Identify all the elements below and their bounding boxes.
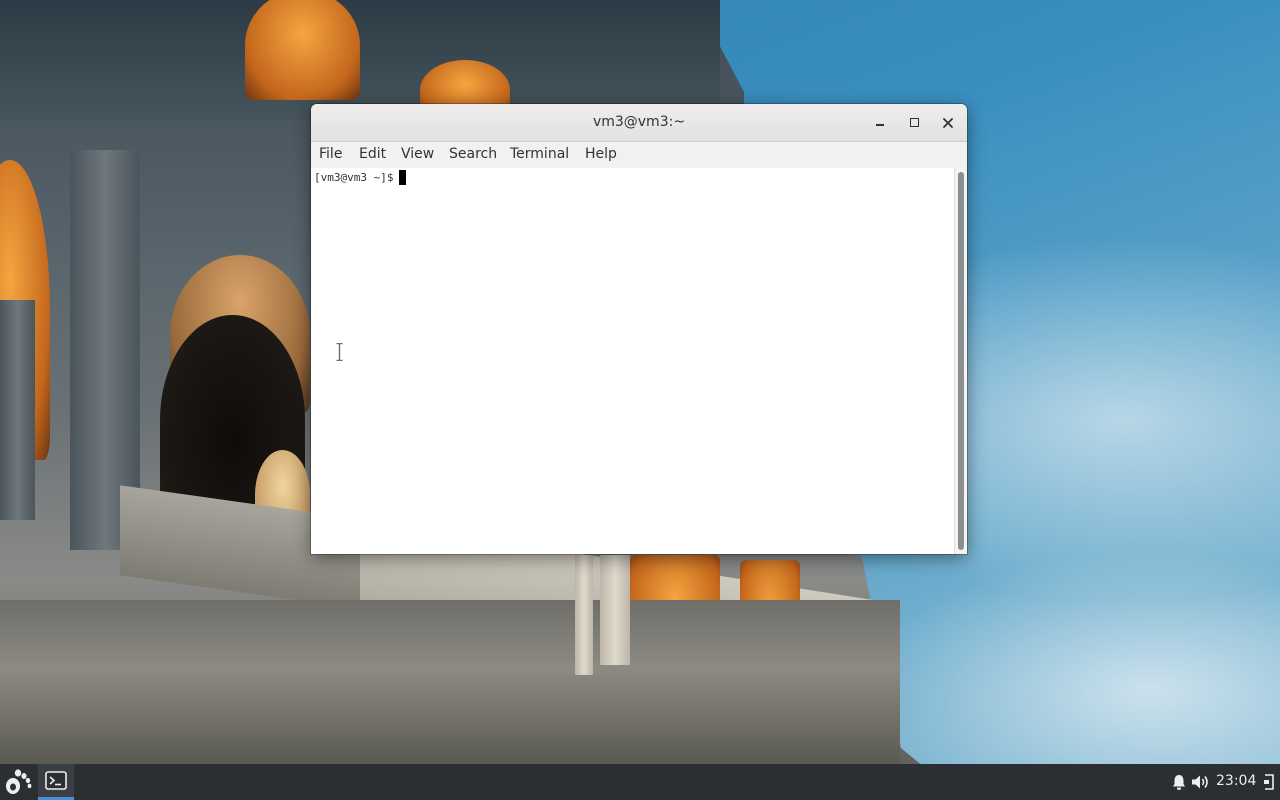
terminal-icon (45, 771, 67, 790)
menu-view[interactable]: View (401, 146, 434, 162)
mouse-ibeam-cursor-icon (336, 343, 343, 361)
terminal-prompt: [vm3@vm3 ~]$ (314, 171, 394, 184)
wallpaper-column (600, 555, 630, 665)
wallpaper-pillar (0, 300, 35, 520)
wallpaper-lower-wall (0, 600, 900, 770)
terminal-window[interactable]: vm3@vm3:~ File Edit View Search Terminal… (311, 104, 967, 554)
terminal-scrollbar[interactable] (954, 168, 967, 554)
menu-search[interactable]: Search (449, 146, 497, 162)
maximize-button[interactable] (903, 112, 925, 134)
menu-terminal[interactable]: Terminal (510, 146, 569, 162)
text-cursor (399, 170, 407, 185)
volume-icon[interactable] (1190, 773, 1210, 791)
bell-icon[interactable] (1171, 773, 1187, 791)
maximize-icon (909, 118, 919, 127)
wallpaper-arch (245, 0, 360, 100)
menu-edit[interactable]: Edit (359, 146, 386, 162)
terminal-prompt-line: [vm3@vm3 ~]$ (314, 170, 407, 185)
gnome-foot-icon[interactable] (4, 768, 34, 796)
close-button[interactable] (937, 112, 959, 134)
clock[interactable]: 23:04 (1216, 773, 1256, 789)
menu-file[interactable]: File (319, 146, 342, 162)
window-titlebar[interactable]: vm3@vm3:~ (311, 104, 967, 142)
minimize-button[interactable] (869, 112, 891, 134)
menu-bar: File Edit View Search Terminal Help (311, 142, 967, 169)
menu-help[interactable]: Help (585, 146, 617, 162)
terminal-output-area[interactable]: [vm3@vm3 ~]$ (311, 168, 954, 554)
wallpaper-column (575, 555, 593, 675)
wallpaper-wall-top (0, 0, 720, 120)
taskbar: 23:04 (0, 764, 1280, 800)
close-icon (943, 118, 953, 128)
minimize-icon (876, 124, 884, 126)
logout-icon[interactable] (1262, 773, 1276, 791)
scrollbar-thumb[interactable] (958, 172, 964, 550)
taskbar-item-terminal[interactable] (38, 764, 74, 800)
